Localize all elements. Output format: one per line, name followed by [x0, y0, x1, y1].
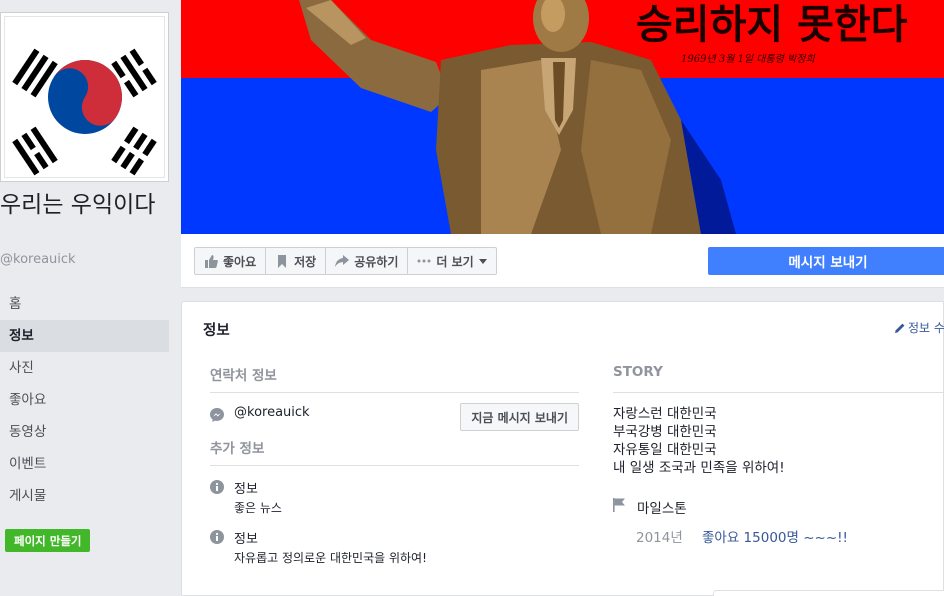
action-button-group: 좋아요 저장 공유하기 더 보기: [194, 247, 497, 275]
like-button[interactable]: 좋아요: [195, 248, 267, 274]
story-line: 자랑스런 대한민국: [613, 406, 717, 422]
share-label: 공유하기: [354, 254, 399, 269]
taegukgi-flag-image: [5, 17, 164, 177]
story-line: 내 일생 조국과 민족을 위하여!: [613, 460, 785, 476]
contact-info-heading: 연락처 정보: [210, 364, 579, 393]
share-button[interactable]: 공유하기: [326, 248, 409, 274]
info-label: 정보: [234, 482, 258, 497]
nav-item-about[interactable]: 정보: [0, 320, 169, 352]
next-card-edge: [713, 590, 944, 596]
cover-photo[interactable]: 승리하지 못한다 1969년 3월 1일 대통령 박정희: [181, 0, 944, 234]
share-arrow-icon: [335, 254, 350, 268]
save-label: 저장: [294, 254, 317, 269]
like-label: 좋아요: [223, 254, 257, 269]
cover-small-text: 1969년 3월 1일 대통령 박정희: [681, 53, 815, 65]
info-circle-icon: [210, 479, 224, 498]
about-card: 정보 정보 수 연락처 정보 @koreauick 지금 메시지 보내기 추가 …: [181, 301, 944, 596]
milestone-link[interactable]: 좋아요 15000명 ~~~!!: [702, 526, 848, 546]
messenger-icon: [210, 407, 224, 426]
pencil-icon: [895, 323, 905, 333]
thumbs-up-icon: [204, 254, 218, 268]
save-button[interactable]: 저장: [266, 248, 327, 274]
page-nav: 홈 정보 사진 좋아요 동영상 이벤트 게시물: [0, 288, 169, 512]
send-message-now-button[interactable]: 지금 메시지 보내기: [460, 403, 579, 431]
story-line: 부국강병 대한민국: [613, 424, 717, 440]
caret-down-icon: [478, 258, 487, 264]
info-value: 자유롭고 정의로운 대한민국을 위하여!: [234, 551, 427, 565]
bookmark-icon: [275, 254, 289, 268]
ellipsis-icon: [417, 254, 431, 268]
cover-banner-text: 승리하지 못한다: [636, 1, 908, 48]
story-line: 자유통일 대한민국: [613, 442, 717, 458]
edit-info-label: 정보 수: [908, 321, 944, 335]
page-username: @koreauick: [0, 252, 76, 267]
left-sidebar: 우리는 우익이다 @koreauick 홈 정보 사진 좋아요 동영상 이벤트 …: [0, 0, 181, 596]
more-button[interactable]: 더 보기: [408, 248, 495, 274]
about-left-column: 연락처 정보 @koreauick 지금 메시지 보내기 추가 정보 정보 좋은…: [210, 364, 579, 566]
info-circle-icon: [210, 529, 224, 548]
milestone-year: 2014년: [636, 530, 683, 546]
nav-item-videos[interactable]: 동영상: [0, 416, 169, 448]
about-title: 정보: [203, 323, 230, 339]
flag-icon: [613, 497, 625, 516]
page-name[interactable]: 우리는 우익이다: [0, 192, 176, 219]
milestone-title: 마일스톤: [637, 501, 687, 517]
info-item: 정보 좋은 뉴스: [210, 466, 579, 516]
story-heading: STORY: [613, 364, 944, 393]
more-info-heading: 추가 정보: [210, 437, 579, 466]
nav-item-home[interactable]: 홈: [0, 288, 169, 320]
page-action-bar: 좋아요 저장 공유하기 더 보기 메시지 보내기: [181, 234, 944, 288]
edit-info-link[interactable]: 정보 수: [895, 319, 944, 336]
create-page-button[interactable]: 페이지 만들기: [5, 529, 91, 552]
send-message-button[interactable]: 메시지 보내기: [708, 247, 944, 275]
profile-picture[interactable]: [0, 12, 169, 182]
story-text: 자랑스런 대한민국 부국강병 대한민국 자유통일 대한민국 내 일생 조국과 민…: [613, 405, 944, 477]
nav-item-likes[interactable]: 좋아요: [0, 384, 169, 416]
about-right-column: STORY 자랑스런 대한민국 부국강병 대한민국 자유통일 대한민국 내 일생…: [613, 364, 944, 553]
nav-item-photos[interactable]: 사진: [0, 352, 169, 384]
nav-item-events[interactable]: 이벤트: [0, 448, 169, 480]
info-item: 정보 자유롭고 정의로운 대한민국을 위하여!: [210, 516, 579, 566]
messenger-row: @koreauick 지금 메시지 보내기: [210, 393, 579, 437]
milestone-section: 마일스톤 2014년 좋아요 15000명 ~~~!!: [613, 493, 944, 553]
messenger-username[interactable]: @koreauick: [234, 405, 310, 420]
more-label: 더 보기: [436, 254, 474, 269]
nav-item-posts[interactable]: 게시물: [0, 480, 169, 512]
info-value: 좋은 뉴스: [234, 501, 282, 515]
info-label: 정보: [234, 532, 258, 547]
